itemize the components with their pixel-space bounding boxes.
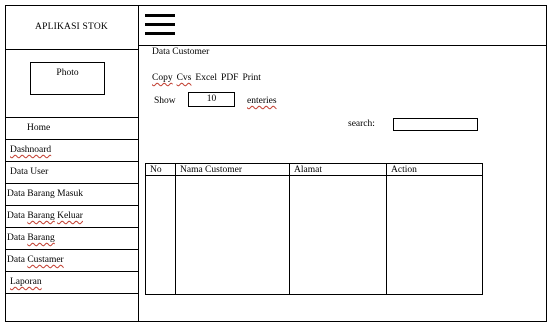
column-header-nama-customer[interactable]: Nama Customer (180, 165, 242, 175)
entries-label: enteries (247, 96, 277, 106)
excel-button[interactable]: Excel (195, 73, 217, 83)
column-header-alamat[interactable]: Alamat (294, 165, 322, 175)
sidebar-item-label: Data Barang Masuk (7, 189, 83, 199)
customer-table: No Nama Customer Alamat Action (145, 163, 483, 295)
sidebar-item-dashboard[interactable]: Dashnoard (5, 140, 138, 162)
sidebar-item-label: Data Barang Keluar (7, 211, 83, 221)
sidebar-item-data-barang[interactable]: Data Barang (5, 228, 138, 250)
sidebar-item-label: Dashnoard (10, 145, 52, 155)
export-buttons: Copy Cvs Excel PDF Print (152, 73, 265, 83)
print-button[interactable]: Print (242, 73, 260, 83)
column-header-no[interactable]: No (150, 165, 162, 175)
sidebar-item-label: Data User (10, 167, 49, 177)
sidebar-item-data-barang-keluar[interactable]: Data Barang Keluar (5, 206, 138, 228)
copy-button[interactable]: Copy (152, 73, 173, 83)
menu-icon-bar (145, 32, 175, 35)
show-label: Show (154, 96, 176, 106)
menu-icon[interactable] (145, 14, 175, 36)
sidebar-item-label: Laporan (10, 277, 42, 287)
sidebar-item-data-barang-masuk[interactable]: Data Barang Masuk (5, 184, 138, 206)
column-header-action[interactable]: Action (391, 165, 417, 175)
entries-count-select[interactable]: 10 (188, 92, 235, 107)
column-divider (289, 164, 290, 294)
sidebar: APLIKASI STOK Photo Home Dashnoard Data … (5, 5, 139, 322)
page-title: Data Customer (152, 47, 210, 57)
csv-button[interactable]: Cvs (177, 73, 192, 83)
sidebar-item-data-user[interactable]: Data User (5, 162, 138, 184)
menu-icon-bar (145, 23, 175, 26)
header-divider (139, 45, 547, 46)
sidebar-item-laporan[interactable]: Laporan (5, 272, 138, 294)
search-label: search: (348, 119, 375, 129)
sidebar-item-label: Home (27, 123, 51, 133)
table-header-divider (146, 175, 482, 176)
profile-area: Photo (5, 50, 138, 118)
sidebar-item-label: Data Barang (7, 233, 55, 243)
sidebar-item-home[interactable]: Home (5, 118, 138, 140)
sidebar-item-data-customer[interactable]: Data Custamer (5, 250, 138, 272)
column-divider (386, 164, 387, 294)
menu-icon-bar (145, 14, 175, 17)
sidebar-item-label: Data Custamer (7, 255, 64, 265)
search-input[interactable] (393, 118, 478, 131)
pdf-button[interactable]: PDF (221, 73, 238, 83)
photo-placeholder: Photo (30, 62, 105, 95)
app-title: APLIKASI STOK (5, 5, 138, 50)
column-divider (175, 164, 176, 294)
